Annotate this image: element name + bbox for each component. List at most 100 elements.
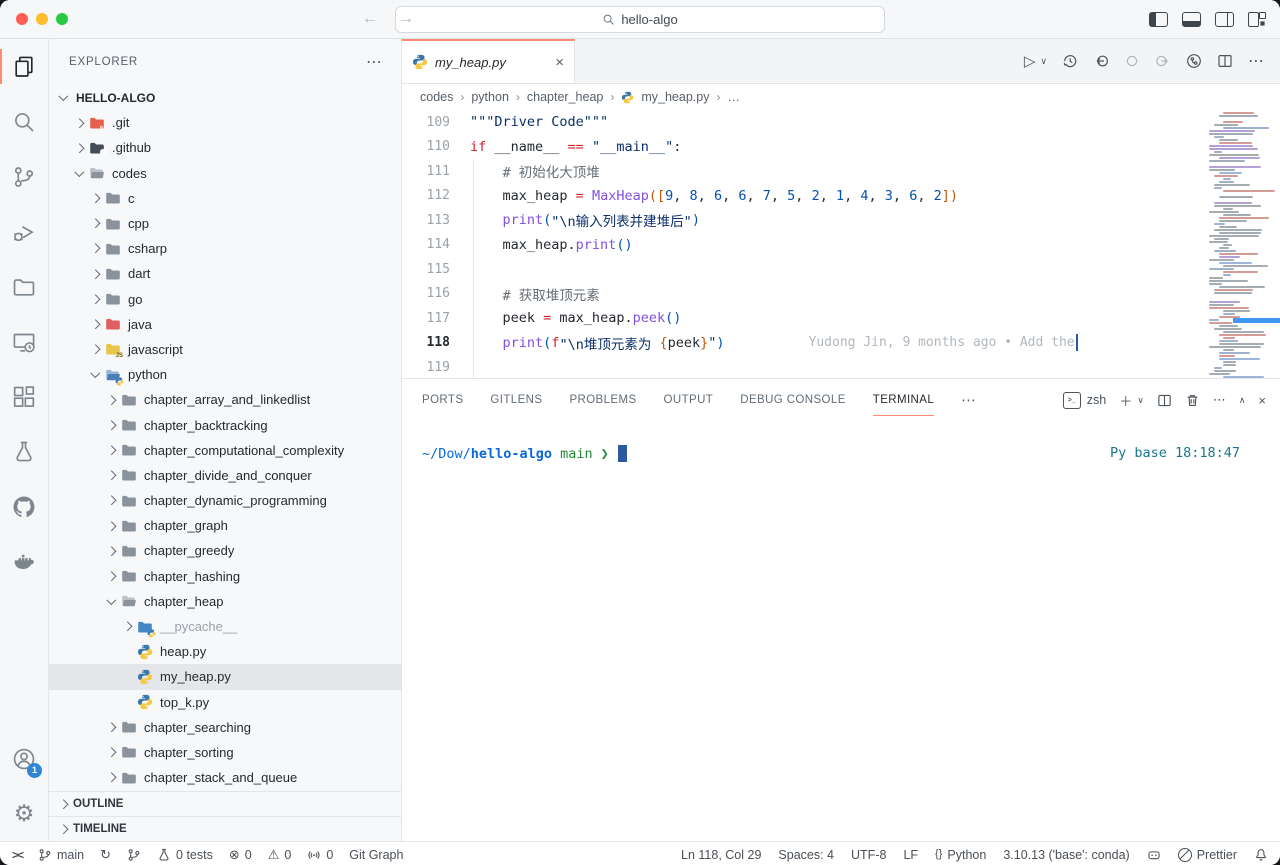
code-line-114[interactable]: 114 max_heap.print() [402, 233, 1280, 258]
tree-item-go[interactable]: go [49, 287, 401, 312]
tab-my-heap-py[interactable]: my_heap.py × [402, 39, 575, 83]
panel-more-tabs-icon[interactable]: ⋯ [961, 391, 977, 409]
close-window-button[interactable] [16, 13, 28, 25]
tree-item-codes[interactable]: codes [49, 161, 401, 186]
status-prettier[interactable]: Prettier [1178, 848, 1237, 862]
back-arrow-icon[interactable]: ← [362, 10, 378, 28]
tree-item-chapter-searching[interactable]: chapter_searching [49, 715, 401, 740]
tree-item--github[interactable]: .github [49, 135, 401, 160]
tree-item-cpp[interactable]: cpp [49, 211, 401, 236]
circle-outline-icon[interactable] [1124, 53, 1140, 69]
split-editor-icon[interactable] [1217, 53, 1233, 69]
minimap[interactable] [1209, 112, 1271, 378]
tree-item-chapter-backtracking[interactable]: chapter_backtracking [49, 412, 401, 437]
more-actions-icon[interactable]: ⋯ [1213, 392, 1226, 408]
circle-arrow-right-icon[interactable] [1155, 53, 1171, 69]
status-problems-errors[interactable]: ⊗0 [229, 848, 252, 862]
tree-item-chapter-dynamic-programming[interactable]: chapter_dynamic_programming [49, 488, 401, 513]
status-problems-warnings[interactable]: ⚠0 [268, 848, 292, 862]
terminal-body[interactable]: ~/Dow/hello-algo main ❯ Py base 18:18:47 [402, 421, 1280, 841]
tree-item--pycache-[interactable]: __pycache__ [49, 614, 401, 639]
timeline-history-icon[interactable] [1062, 53, 1078, 69]
tree-item-java[interactable]: java [49, 312, 401, 337]
activity-extensions[interactable] [0, 369, 48, 424]
code-line-112[interactable]: 112 max_heap = MaxHeap([9, 8, 6, 6, 7, 5… [402, 184, 1280, 209]
status-git-branch[interactable]: main [38, 848, 84, 862]
breadcrumb-chapter-heap[interactable]: chapter_heap [527, 90, 603, 104]
panel-tab-ports[interactable]: PORTS [422, 379, 463, 421]
activity-explorer[interactable] [0, 39, 48, 94]
run-python-file-button[interactable]: ▷ [1024, 52, 1036, 71]
tree-item-c[interactable]: c [49, 186, 401, 211]
tree-item-my-heap-py[interactable]: my_heap.py [49, 664, 401, 689]
status-eol[interactable]: LF [903, 848, 918, 862]
tree-item--git[interactable]: .git [49, 110, 401, 135]
status-copilot[interactable] [1147, 848, 1161, 862]
timeline-section[interactable]: TIMELINE [49, 816, 401, 841]
code-line-110[interactable]: 110if __name__ == "__main__": [402, 135, 1280, 160]
layout-sidebar-left-icon[interactable] [1149, 12, 1168, 27]
maximize-panel-icon[interactable]: ∧ [1239, 395, 1246, 406]
tree-item-top-k-py[interactable]: top_k.py [49, 690, 401, 715]
activity-search[interactable] [0, 94, 48, 149]
tree-item-heap-py[interactable]: heap.py [49, 639, 401, 664]
tree-item-hello-algo[interactable]: HELLO-ALGO [49, 85, 401, 110]
activity-source-control[interactable] [0, 149, 48, 204]
gitlens-graph-icon[interactable] [1186, 53, 1202, 69]
tree-item-chapter-heap[interactable]: chapter_heap [49, 589, 401, 614]
layout-sidebar-right-icon[interactable] [1215, 12, 1234, 27]
code-line-109[interactable]: 109"""Driver Code""" [402, 110, 1280, 135]
activity-github[interactable] [0, 479, 48, 534]
terminal-dropdown-icon[interactable]: ∨ [1137, 395, 1144, 406]
code-line-113[interactable]: 113 print("\n输入列表并建堆后") [402, 208, 1280, 233]
kill-terminal-icon[interactable] [1185, 393, 1200, 408]
status-python-interpreter[interactable]: 3.10.13 ('base': conda) [1003, 848, 1129, 862]
tree-item-chapter-hashing[interactable]: chapter_hashing [49, 564, 401, 589]
new-terminal-icon[interactable]: ＋ [1119, 391, 1132, 410]
code-editor[interactable]: 109"""Driver Code"""110if __name__ == "_… [402, 110, 1280, 378]
status-remote-indicator[interactable]: >< [12, 848, 22, 862]
tree-item-csharp[interactable]: csharp [49, 236, 401, 261]
breadcrumb-python[interactable]: python [471, 90, 509, 104]
activity-run-debug[interactable] [0, 204, 48, 259]
status-cursor-position[interactable]: Ln 118, Col 29 [681, 848, 761, 862]
status-forwarded-ports[interactable]: 0 [307, 848, 333, 862]
tree-item-chapter-array-and-linkedlist[interactable]: chapter_array_and_linkedlist [49, 387, 401, 412]
tree-item-chapter-divide-and-conquer[interactable]: chapter_divide_and_conquer [49, 463, 401, 488]
close-panel-icon[interactable]: × [1258, 393, 1266, 408]
tree-item-chapter-computational-complexity[interactable]: chapter_computational_complexity [49, 438, 401, 463]
tree-item-chapter-graph[interactable]: chapter_graph [49, 513, 401, 538]
status-encoding[interactable]: UTF-8 [851, 848, 886, 862]
close-tab-icon[interactable]: × [555, 54, 564, 71]
code-line-118[interactable]: 118 print(f"\n堆顶元素为 {peek}")Yudong Jin, … [402, 331, 1280, 356]
explorer-more-actions-icon[interactable]: ⋯ [366, 52, 383, 72]
customize-layout-icon[interactable] [1248, 12, 1266, 26]
more-actions-icon[interactable]: ⋯ [1248, 51, 1264, 71]
activity-project-folder[interactable] [0, 259, 48, 314]
outline-section[interactable]: OUTLINE [49, 791, 401, 816]
command-center-search[interactable]: hello-algo [395, 6, 885, 33]
code-line-117[interactable]: 117 peek = max_heap.peek() [402, 306, 1280, 331]
tree-item-chapter-greedy[interactable]: chapter_greedy [49, 538, 401, 563]
panel-tab-debug-console[interactable]: DEBUG CONSOLE [740, 379, 846, 421]
status-git-sync[interactable]: ↻ [100, 848, 111, 861]
tree-item-chapter-sorting[interactable]: chapter_sorting [49, 740, 401, 765]
activity-accounts[interactable]: 1 [0, 731, 48, 786]
layout-panel-icon[interactable] [1182, 12, 1201, 27]
status-notifications[interactable] [1254, 848, 1268, 862]
status-indentation[interactable]: Spaces: 4 [778, 848, 834, 862]
panel-tab-problems[interactable]: PROBLEMS [569, 379, 636, 421]
breadcrumb-symbol[interactable]: … [727, 90, 740, 104]
activity-remote-explorer[interactable] [0, 314, 48, 369]
activity-docker[interactable] [0, 534, 48, 589]
status-language-mode[interactable]: {}Python [935, 848, 986, 862]
shell-label[interactable]: zsh [1087, 393, 1106, 407]
status-git-compare[interactable] [127, 848, 141, 862]
code-line-111[interactable]: 111 # 初始化大顶堆 [402, 159, 1280, 184]
panel-tab-output[interactable]: OUTPUT [664, 379, 714, 421]
open-changes-previous-icon[interactable] [1093, 53, 1109, 69]
activity-testing[interactable] [0, 424, 48, 479]
tree-item-chapter-stack-and-queue[interactable]: chapter_stack_and_queue [49, 765, 401, 790]
minimize-window-button[interactable] [36, 13, 48, 25]
split-terminal-icon[interactable] [1157, 393, 1172, 408]
